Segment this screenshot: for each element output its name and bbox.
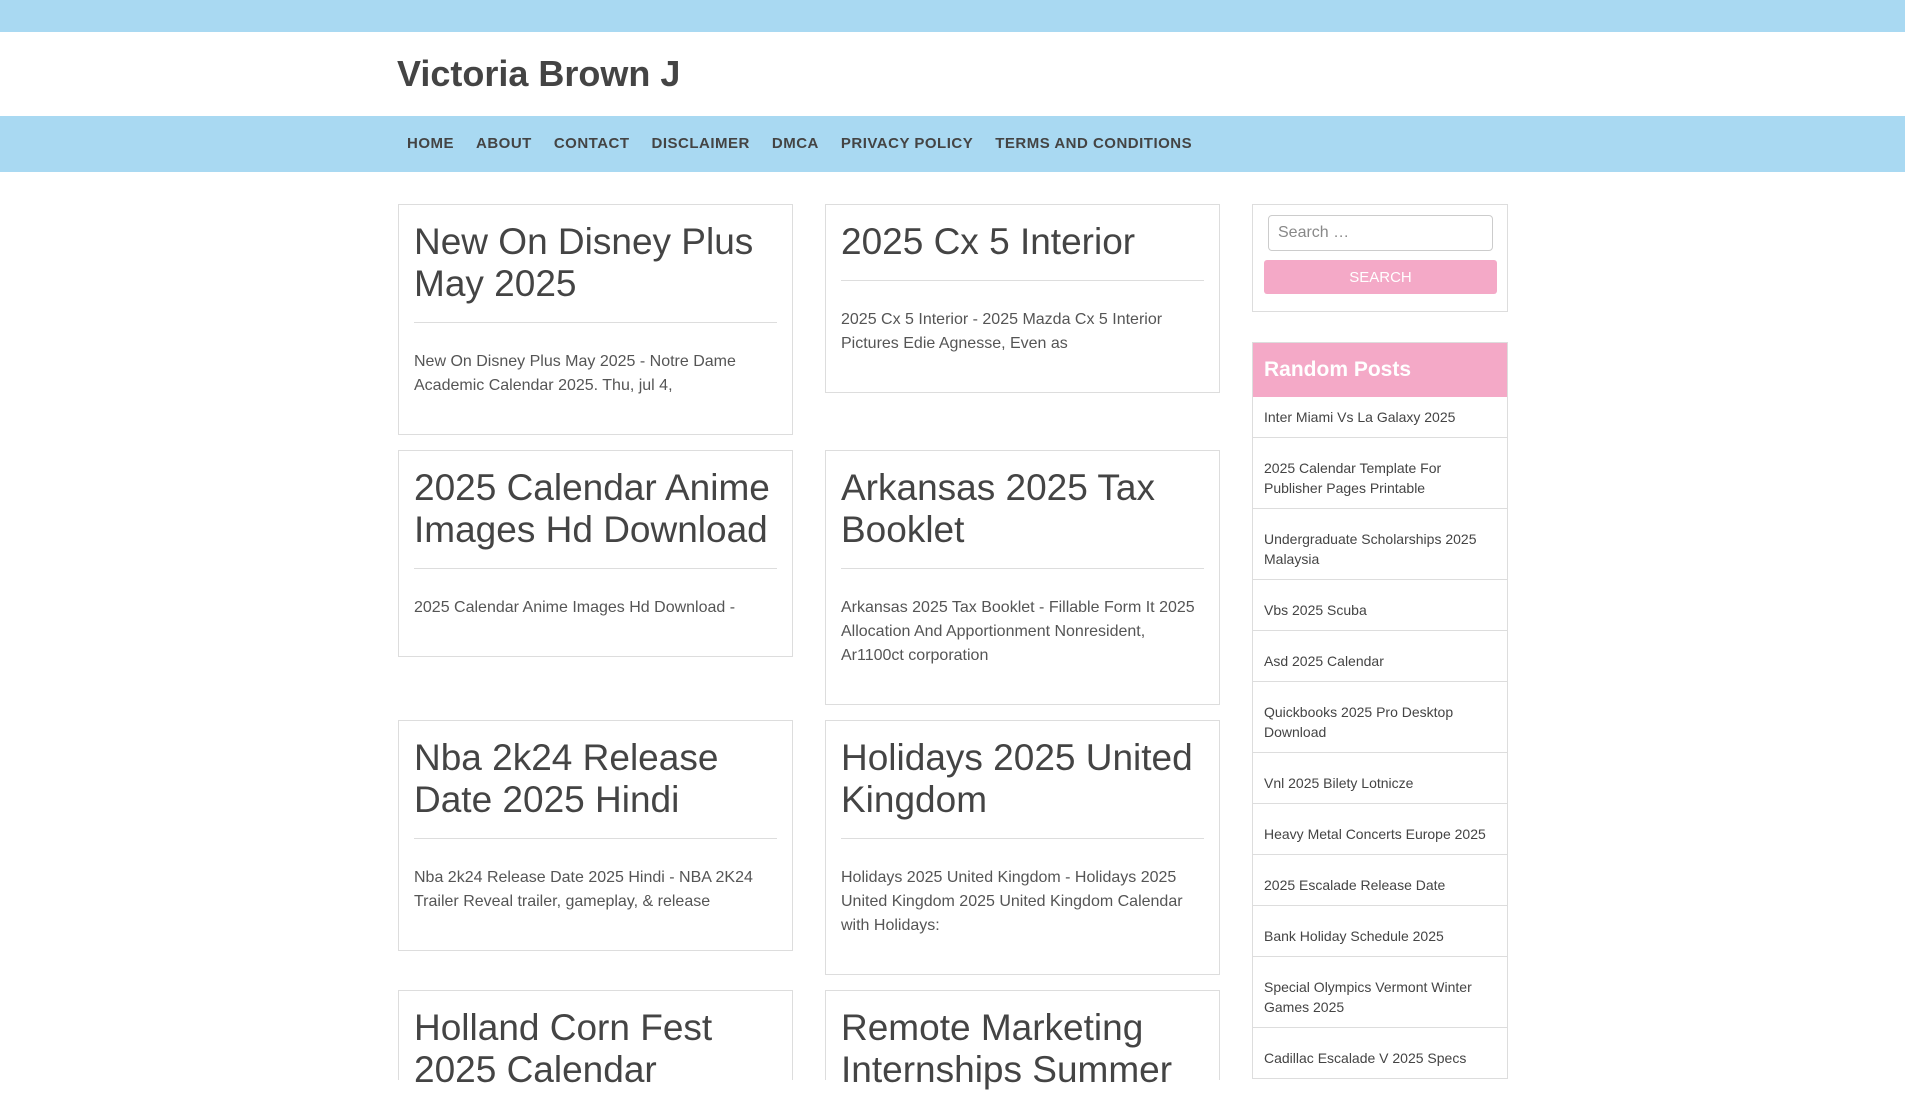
post-card: Nba 2k24 Release Date 2025 Hindi Nba 2k2… — [398, 720, 793, 951]
top-bar — [0, 0, 1905, 32]
post-card: New On Disney Plus May 2025 New On Disne… — [398, 204, 793, 435]
post-excerpt: Nba 2k24 Release Date 2025 Hindi - NBA 2… — [414, 869, 753, 910]
random-post-link[interactable]: Undergraduate Scholarships 2025 Malaysia — [1253, 509, 1507, 580]
random-post-link[interactable]: Asd 2025 Calendar — [1253, 631, 1507, 682]
post-excerpt: 2025 Cx 5 Interior - 2025 Mazda Cx 5 Int… — [841, 311, 1163, 352]
random-post-link[interactable]: Vnl 2025 Bilety Lotnicze — [1253, 753, 1507, 804]
post-excerpt: Holidays 2025 United Kingdom - Holidays … — [841, 869, 1183, 934]
nav-item-about[interactable]: ABOUT — [466, 116, 544, 172]
random-post-link[interactable]: Heavy Metal Concerts Europe 2025 — [1253, 804, 1507, 855]
post-card: Holidays 2025 United Kingdom Holidays 20… — [825, 720, 1220, 975]
random-post-link[interactable]: 2025 Calendar Template For Publisher Pag… — [1253, 438, 1507, 509]
post-title[interactable]: 2025 Calendar Anime Images Hd Download — [399, 451, 792, 568]
search-input[interactable] — [1268, 215, 1493, 251]
nav-item-disclaimer[interactable]: DISCLAIMER — [642, 116, 762, 172]
post-title[interactable]: New On Disney Plus May 2025 — [399, 205, 792, 322]
main-navigation: HOME ABOUT CONTACT DISCLAIMER DMCA PRIVA… — [0, 116, 1905, 172]
search-button[interactable]: SEARCH — [1264, 260, 1497, 294]
post-card: 2025 Calendar Anime Images Hd Download 2… — [398, 450, 793, 657]
post-title[interactable]: Arkansas 2025 Tax Booklet — [826, 451, 1219, 568]
nav-item-privacy-policy[interactable]: PRIVACY POLICY — [831, 116, 985, 172]
search-widget: SEARCH — [1252, 204, 1508, 312]
post-excerpt: Arkansas 2025 Tax Booklet - Fillable For… — [841, 599, 1195, 664]
post-title[interactable]: Nba 2k24 Release Date 2025 Hindi — [399, 721, 792, 838]
random-posts-heading: Random Posts — [1253, 343, 1507, 397]
post-title[interactable]: Holidays 2025 United Kingdom — [826, 721, 1219, 838]
nav-item-dmca[interactable]: DMCA — [762, 116, 831, 172]
post-excerpt: 2025 Calendar Anime Images Hd Download - — [414, 599, 736, 616]
random-post-link[interactable]: Cadillac Escalade V 2025 Specs — [1253, 1028, 1507, 1079]
nav-item-contact[interactable]: CONTACT — [544, 116, 642, 172]
nav-item-terms-and-conditions[interactable]: TERMS AND CONDITIONS — [985, 116, 1204, 172]
post-title[interactable]: Remote Marketing Internships Summer — [826, 991, 1219, 1108]
site-header: Victoria Brown J — [0, 32, 1905, 116]
post-title[interactable]: 2025 Cx 5 Interior — [826, 205, 1219, 280]
post-card: 2025 Cx 5 Interior 2025 Cx 5 Interior - … — [825, 204, 1220, 393]
post-card: Remote Marketing Internships Summer — [825, 990, 1220, 1090]
post-card: Holland Corn Fest 2025 Calendar — [398, 990, 793, 1090]
random-post-link[interactable]: Bank Holiday Schedule 2025 — [1253, 906, 1507, 957]
post-title[interactable]: Holland Corn Fest 2025 Calendar — [399, 991, 792, 1108]
post-excerpt: New On Disney Plus May 2025 - Notre Dame… — [414, 353, 736, 394]
site-title[interactable]: Victoria Brown J — [397, 52, 680, 95]
random-post-link[interactable]: Special Olympics Vermont Winter Games 20… — [1253, 957, 1507, 1028]
nav-item-home[interactable]: HOME — [397, 116, 466, 172]
random-post-link[interactable]: Inter Miami Vs La Galaxy 2025 — [1253, 397, 1507, 438]
random-post-link[interactable]: Vbs 2025 Scuba — [1253, 580, 1507, 631]
post-card: Arkansas 2025 Tax Booklet Arkansas 2025 … — [825, 450, 1220, 705]
random-post-link[interactable]: Quickbooks 2025 Pro Desktop Download — [1253, 682, 1507, 753]
random-post-link[interactable]: 2025 Escalade Release Date — [1253, 855, 1507, 906]
random-posts-widget: Random Posts Inter Miami Vs La Galaxy 20… — [1252, 342, 1508, 1079]
